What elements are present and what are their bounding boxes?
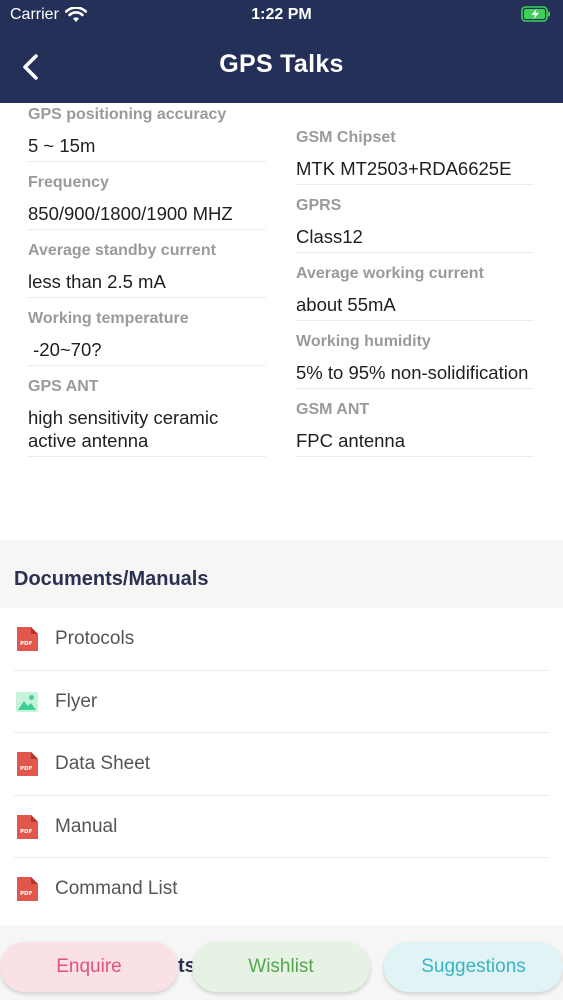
nav-bar: GPS Talks <box>0 30 563 103</box>
pdf-file-icon: PDF <box>17 814 38 839</box>
spec-item: Average standby current less than 2.5 mA <box>28 242 266 298</box>
document-label: Protocols <box>55 628 135 650</box>
spec-label: Average working current <box>296 265 484 282</box>
spec-item: GSM ANT FPC antenna <box>296 401 534 457</box>
spec-label: GPS ANT <box>28 378 99 395</box>
svg-text:PDF: PDF <box>20 766 33 772</box>
spec-value: -20~70? <box>28 332 266 366</box>
page-title: GPS Talks <box>219 50 344 78</box>
spec-label: Working temperature <box>28 310 189 327</box>
spec-item: Average working current about 55mA <box>296 265 534 321</box>
spec-value: 5% to 95% non-solidification <box>296 355 534 389</box>
spec-value: about 55mA <box>296 287 534 321</box>
spec-item: GPS ANT high sensitivity ceramic active … <box>28 378 266 457</box>
documents-title: Documents/Manuals <box>14 568 209 590</box>
spec-item: Working humidity 5% to 95% non-solidific… <box>296 333 534 389</box>
spec-label: GSM ANT <box>296 401 370 418</box>
spec-value: 5 ~ 15m <box>28 128 266 162</box>
spec-item: GPS positioning accuracy 5 ~ 15m <box>28 106 266 162</box>
spec-value: Class12 <box>296 219 534 253</box>
document-item-flyer[interactable]: Flyer <box>0 671 563 733</box>
spec-value: high sensitivity ceramic active antenna <box>28 400 266 457</box>
spec-column-right: GSM Chipset MTK MT2503+RDA6625E GPRS Cla… <box>296 117 534 457</box>
spec-grid: GPS positioning accuracy 5 ~ 15m Frequen… <box>0 103 563 540</box>
pdf-file-icon: PDF <box>17 877 38 902</box>
documents-section-header: Documents/Manuals <box>0 540 563 608</box>
spec-item: Working temperature -20~70? <box>28 310 266 366</box>
document-label: Data Sheet <box>55 753 151 775</box>
spec-value: less than 2.5 mA <box>28 264 266 298</box>
spec-value: MTK MT2503+RDA6625E <box>296 151 534 185</box>
status-time: 1:22 PM <box>251 6 312 23</box>
document-item-manual[interactable]: PDF Manual <box>0 796 563 858</box>
svg-text:PDF: PDF <box>20 641 33 647</box>
enquire-button[interactable]: Enquire <box>0 942 178 992</box>
spec-item: GSM Chipset MTK MT2503+RDA6625E <box>296 129 534 185</box>
svg-text:PDF: PDF <box>20 891 33 897</box>
document-item-protocols[interactable]: PDF Protocols <box>0 608 563 671</box>
spec-value: FPC antenna <box>296 423 534 457</box>
spec-item: Frequency 850/900/1800/1900 MHZ <box>28 174 266 230</box>
spec-label: Average standby current <box>28 242 216 259</box>
status-bar: Carrier 1:22 PM <box>0 0 563 30</box>
pdf-file-icon: PDF <box>17 752 38 777</box>
spec-label: Frequency <box>28 174 109 191</box>
spec-column-left: GPS positioning accuracy 5 ~ 15m Frequen… <box>28 103 266 457</box>
svg-text:PDF: PDF <box>20 829 33 835</box>
document-label: Flyer <box>55 690 98 712</box>
wishlist-button[interactable]: Wishlist <box>192 942 370 992</box>
spec-label: GPS positioning accuracy <box>28 106 227 123</box>
document-label: Manual <box>55 815 118 837</box>
spec-label: GPRS <box>296 197 342 214</box>
app-header: Carrier 1:22 PM GPS Talks <box>0 0 563 103</box>
charging-battery-icon <box>521 6 550 22</box>
spec-label: GSM Chipset <box>296 129 396 146</box>
spec-item: GPRS Class12 <box>296 197 534 253</box>
spec-value: 850/900/1800/1900 MHZ <box>28 196 266 230</box>
document-item-command-list[interactable]: PDF Command List <box>0 858 563 921</box>
spec-label: Working humidity <box>296 333 431 350</box>
suggestions-button[interactable]: Suggestions <box>384 942 563 992</box>
document-item-data-sheet[interactable]: PDF Data Sheet <box>0 733 563 796</box>
document-label: Command List <box>55 878 178 900</box>
pdf-file-icon: PDF <box>17 627 38 652</box>
image-file-icon <box>16 691 38 712</box>
documents-list: PDF Protocols Flyer PDF Data Sheet PDF M… <box>0 608 563 925</box>
